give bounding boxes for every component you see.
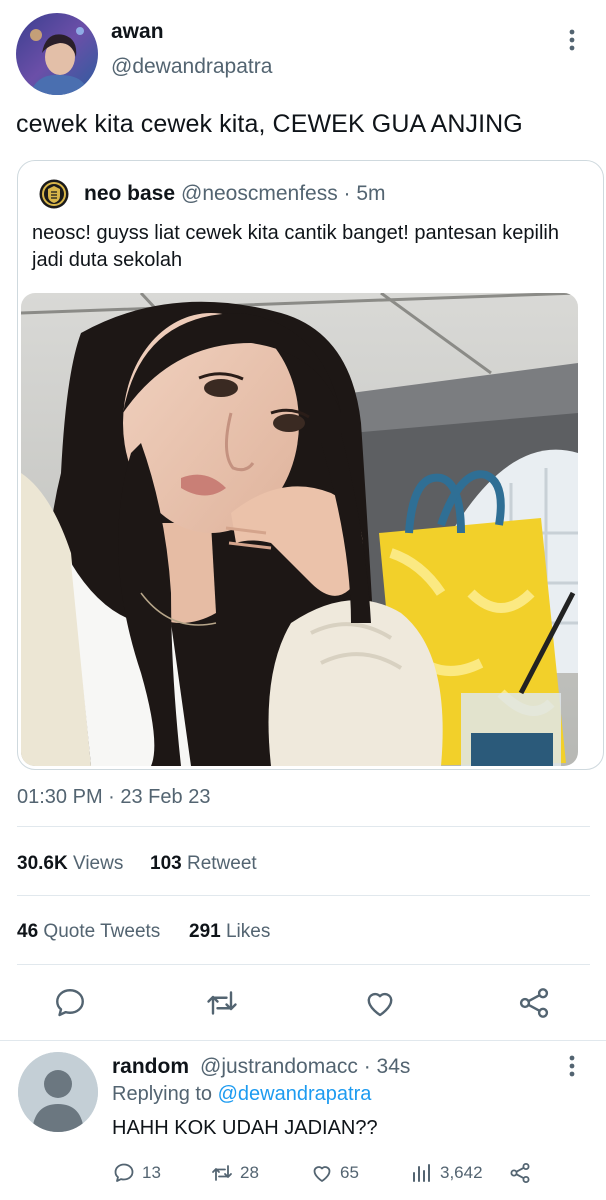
reply-icon[interactable]: [52, 985, 88, 1021]
quote-label: Quote Tweets: [43, 921, 161, 942]
reply-likes-count: 65: [340, 1163, 359, 1182]
quoted-author-name: neo base: [84, 182, 176, 205]
reply-share-button[interactable]: [508, 1160, 532, 1186]
retweet-icon: [212, 1165, 232, 1181]
likes-stat[interactable]: 291 Likes: [189, 921, 270, 943]
author-display-name[interactable]: awan: [111, 20, 164, 44]
replying-to: Replying to @dewandrapatra: [112, 1083, 371, 1106]
more-icon[interactable]: [560, 1054, 584, 1078]
like-icon[interactable]: [362, 985, 398, 1021]
views-label: Views: [72, 853, 124, 874]
quote-tweets-stat[interactable]: 46 Quote Tweets: [17, 921, 160, 943]
reply-retweet-button[interactable]: 28: [210, 1160, 259, 1186]
quoted-author-meta: @neoscmenfess · 5m: [181, 182, 386, 205]
divider: [17, 895, 590, 896]
reply-text: HAHH KOK UDAH JADIAN??: [112, 1117, 378, 1139]
likes-label: Likes: [225, 921, 271, 942]
tweet-timestamp: 01:30 PM · 23 Feb 23: [17, 786, 211, 808]
reply-author-name[interactable]: random: [112, 1055, 189, 1079]
retweet-label: Retweet: [186, 853, 257, 874]
like-icon: [313, 1166, 331, 1182]
reply-icon: [114, 1163, 134, 1182]
divider: [0, 1040, 606, 1041]
views-stat: 30.6K Views: [17, 853, 123, 875]
reply-author-meta: @justrandomacc · 34s: [200, 1055, 411, 1078]
share-icon: [510, 1163, 530, 1183]
divider: [17, 826, 590, 827]
retweet-icon[interactable]: [204, 985, 240, 1021]
reply-retweets-count: 28: [240, 1163, 259, 1182]
replying-to-prefix: Replying to: [112, 1083, 213, 1105]
quoted-photo[interactable]: [21, 293, 578, 766]
more-icon[interactable]: [560, 28, 584, 52]
author-avatar[interactable]: [16, 13, 98, 95]
reply-reply-button[interactable]: 13: [112, 1160, 161, 1186]
share-icon[interactable]: [516, 985, 552, 1021]
divider: [17, 964, 590, 965]
likes-count: 291: [189, 921, 221, 942]
tweet-text: cewek kita cewek kita, CEWEK GUA ANJING: [16, 110, 523, 138]
reply-author-avatar[interactable]: [18, 1052, 98, 1132]
quoted-author-avatar: [39, 179, 69, 209]
retweet-stat[interactable]: 103 Retweet: [150, 853, 257, 875]
retweet-count: 103: [150, 853, 182, 874]
replying-to-handle[interactable]: @dewandrapatra: [218, 1083, 372, 1105]
views-icon: [413, 1164, 430, 1182]
quoted-tweet-text: neosc! guyss liat cewek kita cantik bang…: [32, 222, 559, 271]
author-handle[interactable]: @dewandrapatra: [111, 55, 272, 79]
reply-views-count: 3,642: [440, 1163, 483, 1182]
reply-views-button[interactable]: 3,642: [410, 1160, 483, 1186]
reply-replies-count: 13: [142, 1163, 161, 1182]
quote-count: 46: [17, 921, 39, 942]
reply-like-button[interactable]: 65: [310, 1160, 359, 1186]
views-count: 30.6K: [17, 853, 68, 874]
